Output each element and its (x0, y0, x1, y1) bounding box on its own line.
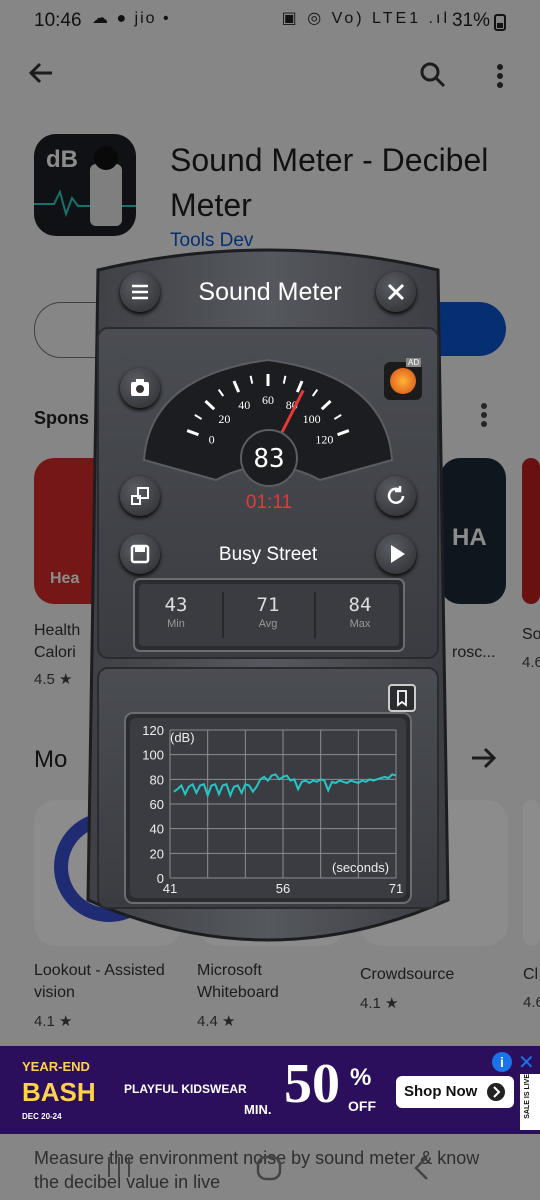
resize-icon (131, 487, 149, 505)
chart-y-tick-label: 20 (150, 846, 164, 861)
gauge-tick-label: 120 (315, 432, 333, 446)
ad-side-label: SALE IS LIVE (524, 1074, 531, 1119)
play-button[interactable] (376, 534, 416, 574)
chart-y-axis-label: (dB) (170, 730, 195, 745)
ad-banner[interactable]: YEAR-END BASH DEC 20-24 PLAYFUL KIDSWEAR… (0, 1046, 540, 1134)
ad-info-icon[interactable]: i (492, 1052, 512, 1072)
ad-brand-line1: YEAR-END (22, 1059, 90, 1074)
ad-app-icon[interactable]: AD (384, 358, 422, 400)
screenshot-button[interactable] (120, 368, 160, 408)
chart-x-tick-label: 41 (163, 881, 177, 896)
ad-arrow-icon (487, 1083, 505, 1101)
bookmark-button[interactable] (388, 684, 416, 712)
chart-y-tick-label: 60 (150, 797, 164, 812)
fullscreen-button[interactable] (120, 476, 160, 516)
ad-label: AD (406, 358, 422, 367)
db-history-chart: 020406080100120 41 56 71 (dB) (seconds) (124, 712, 412, 904)
ad-brand: YEAR-END BASH DEC 20-24 (22, 1056, 96, 1128)
chart-y-tick-label: 80 (150, 772, 164, 787)
refresh-icon (387, 486, 405, 504)
stat-avg-label: Avg (258, 618, 278, 630)
chart-x-axis-label: (seconds) (332, 860, 389, 875)
stat-max: 84 Max (318, 594, 402, 630)
current-db-reading: 83 (253, 444, 285, 474)
hamburger-icon (132, 284, 148, 300)
stat-min-label: Min (167, 618, 185, 630)
ad-percent-sign: % (350, 1064, 372, 1091)
chart-y-tick-label: 40 (150, 822, 164, 837)
close-icon (387, 283, 405, 301)
chart-y-tick-label: 120 (142, 723, 164, 738)
save-button[interactable] (120, 534, 160, 574)
ad-min: MIN. (244, 1102, 272, 1117)
environment-preset-label: Busy Street (218, 544, 318, 565)
stat-max-label: Max (349, 618, 371, 630)
menu-button[interactable] (120, 272, 160, 312)
chart-x-tick-label: 56 (276, 881, 290, 896)
ad-brand-line2: BASH (22, 1077, 96, 1107)
close-button[interactable] (376, 272, 416, 312)
ad-side-label-box: SALE IS LIVE (520, 1074, 540, 1130)
stat-max-value: 84 (348, 594, 372, 616)
gauge-tick-label: 60 (262, 393, 274, 407)
gauge-tick-label: 40 (238, 398, 250, 412)
gauge-tick-label: 0 (209, 432, 215, 446)
system-nav-bar (0, 1138, 540, 1200)
chart-x-tick-label: 71 (389, 881, 403, 896)
elapsed-timer: 01:11 (245, 492, 293, 513)
ad-close-icon[interactable]: ✕ (518, 1050, 535, 1075)
stat-avg: 71 Avg (226, 594, 310, 630)
save-icon (130, 544, 150, 564)
ad-percent: 50 (284, 1053, 340, 1115)
play-icon (391, 545, 405, 563)
dialog-title: Sound Meter (198, 278, 342, 306)
ad-date: DEC 20-24 (22, 1112, 62, 1121)
recents-icon[interactable] (106, 1156, 132, 1178)
gauge-tick-label: 20 (218, 412, 230, 426)
chart-y-tick-label: 100 (142, 748, 164, 763)
bookmark-icon (397, 690, 407, 707)
back-nav-icon[interactable] (412, 1155, 430, 1181)
home-icon[interactable] (256, 1155, 282, 1181)
ad-shop-now-button[interactable]: Shop Now (396, 1076, 514, 1108)
stat-min-value: 43 (164, 594, 188, 616)
camera-icon (131, 379, 149, 396)
reset-button[interactable] (376, 476, 416, 516)
stat-avg-value: 71 (256, 594, 280, 616)
sun-icon (390, 368, 416, 394)
ad-shop-now-label: Shop Now (404, 1083, 478, 1100)
stat-min: 43 Min (134, 594, 218, 630)
gauge-tick-label: 100 (303, 412, 321, 426)
ad-off: OFF (348, 1098, 376, 1114)
ad-tagline: PLAYFUL KIDSWEAR (124, 1082, 247, 1096)
